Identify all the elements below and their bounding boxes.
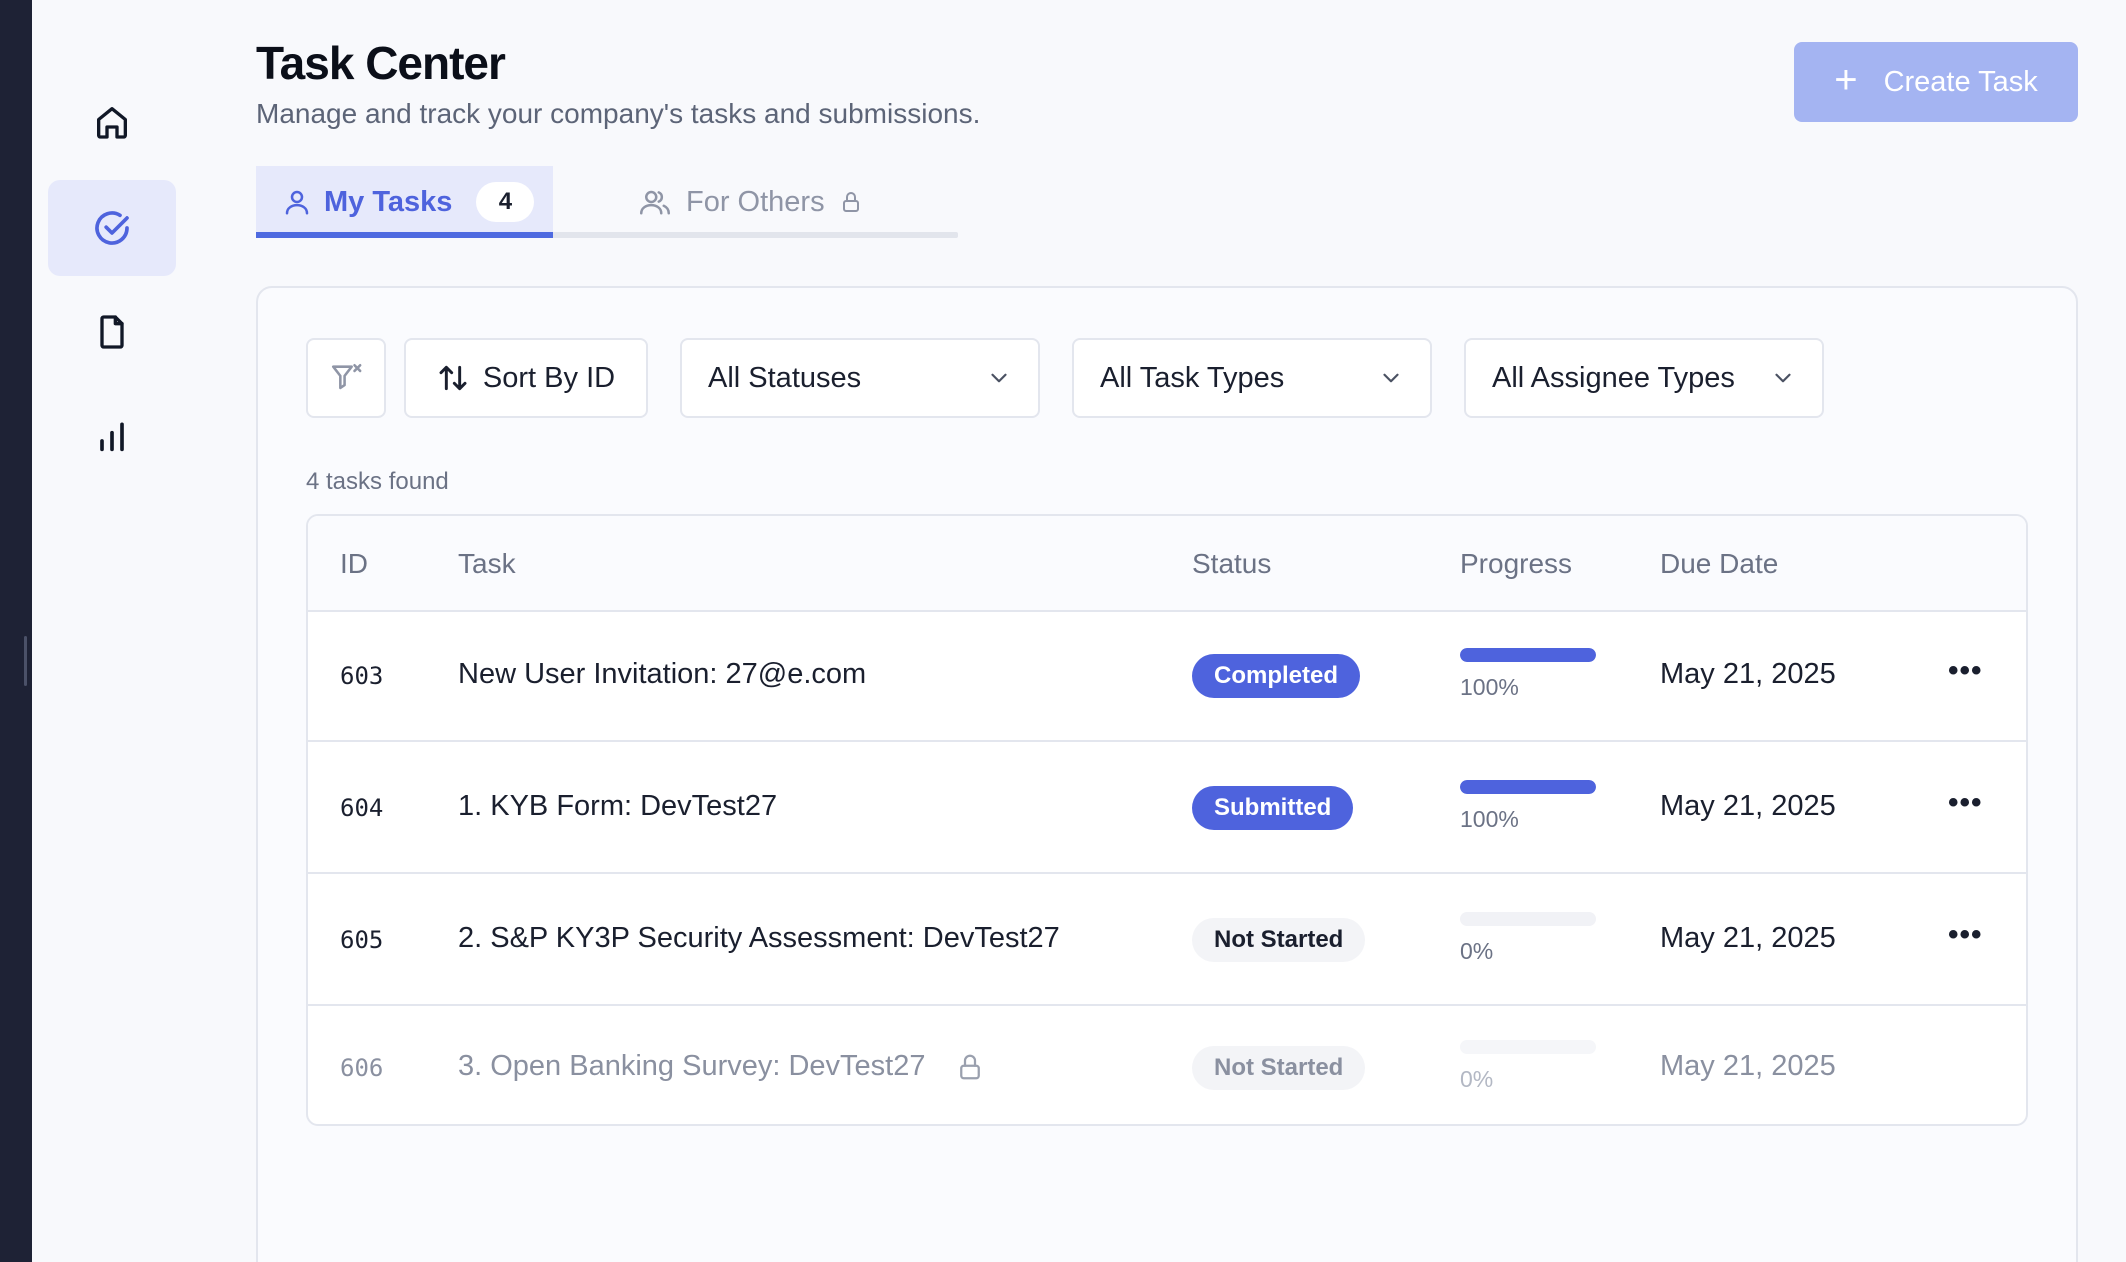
progress-cell: 0% bbox=[1460, 912, 1600, 965]
chevron-down-icon bbox=[1383, 373, 1399, 383]
create-task-label: Create Task bbox=[1883, 65, 2038, 98]
task-name-text: 3. Open Banking Survey: DevTest27 bbox=[458, 1050, 926, 1082]
resize-handle[interactable] bbox=[24, 636, 27, 686]
users-icon bbox=[640, 190, 670, 215]
due-date: May 21, 2025 bbox=[1660, 922, 1836, 954]
window-edge bbox=[0, 0, 32, 1262]
tasks-card: Sort By ID All Statuses All Task Types A… bbox=[256, 286, 2078, 1262]
progress-percent: 100% bbox=[1460, 674, 1519, 700]
lock-icon bbox=[842, 192, 859, 212]
tasks-table: ID Task Status Progress Due Date 603 New… bbox=[306, 514, 2028, 1126]
sort-label: Sort By ID bbox=[482, 361, 616, 394]
status-badge-text: Not Started bbox=[1192, 1046, 1366, 1090]
sidebar-item-insights[interactable] bbox=[48, 388, 176, 484]
task-name-text: 1. KYB Form: DevTest27 bbox=[458, 790, 778, 822]
progress-bar-fill bbox=[1460, 648, 1596, 662]
sort-by-id-button[interactable]: Sort By ID bbox=[404, 338, 648, 418]
sidebar-item-home[interactable] bbox=[48, 74, 176, 170]
due-date: May 21, 2025 bbox=[1660, 790, 1836, 822]
document-icon bbox=[100, 315, 124, 349]
status-badge-text: Completed bbox=[1192, 654, 1361, 698]
column-header-status[interactable]: Status bbox=[1192, 548, 1271, 580]
task-type-filter-value: All Task Types bbox=[1100, 361, 1285, 394]
tab-for-others[interactable]: For Others bbox=[638, 166, 863, 238]
status-badge: Submitted bbox=[1192, 786, 1354, 830]
table-header: ID Task Status Progress Due Date bbox=[308, 516, 2026, 612]
task-name: New User Invitation: 27@e.com bbox=[458, 658, 866, 691]
progress-cell: 100% bbox=[1460, 648, 1600, 701]
status-badge: Not Started bbox=[1192, 1046, 1366, 1090]
assignee-type-filter-select[interactable]: All Assignee Types bbox=[1464, 338, 1824, 418]
sort-arrows-icon bbox=[439, 365, 467, 391]
status-badge-text: Not Started bbox=[1192, 918, 1366, 962]
tab-my-tasks-label: My Tasks bbox=[324, 185, 453, 218]
clear-filters-button[interactable] bbox=[306, 338, 386, 418]
sidebar-item-documents[interactable] bbox=[48, 284, 176, 380]
task-id: 604 bbox=[340, 794, 384, 822]
chevron-down-icon bbox=[1775, 373, 1791, 383]
row-actions-menu[interactable]: ••• bbox=[1948, 918, 1983, 952]
task-name: 1. KYB Form: DevTest27 bbox=[458, 790, 777, 823]
results-count: 4 tasks found bbox=[306, 468, 449, 495]
column-header-progress[interactable]: Progress bbox=[1460, 548, 1572, 580]
column-header-id[interactable]: ID bbox=[340, 548, 368, 580]
page-title: Task Center bbox=[256, 37, 506, 89]
table-row-locked: 606 3. Open Banking Survey: DevTest27 No… bbox=[308, 1008, 2026, 1124]
task-type-filter-select[interactable]: All Task Types bbox=[1072, 338, 1432, 418]
create-task-button[interactable]: + Create Task bbox=[1794, 42, 2078, 122]
due-date: May 21, 2025 bbox=[1660, 658, 1836, 690]
bar-chart-icon bbox=[100, 422, 124, 452]
task-name: 3. Open Banking Survey: DevTest27 bbox=[458, 1050, 985, 1083]
progress-bar bbox=[1460, 648, 1596, 662]
row-actions-menu[interactable]: ••• bbox=[1948, 786, 1983, 820]
check-circle-icon bbox=[95, 211, 129, 245]
column-header-due-date[interactable]: Due Date bbox=[1660, 548, 1778, 580]
sidebar bbox=[32, 0, 202, 1262]
task-id: 605 bbox=[340, 926, 384, 954]
status-badge: Not Started bbox=[1192, 918, 1366, 962]
progress-percent: 100% bbox=[1460, 806, 1519, 832]
progress-cell: 0% bbox=[1460, 1040, 1600, 1093]
status-filter-select[interactable]: All Statuses bbox=[680, 338, 1040, 418]
task-count-badge: 4 bbox=[476, 182, 535, 222]
tab-for-others-label: For Others bbox=[686, 185, 825, 218]
status-filter-value: All Statuses bbox=[708, 361, 862, 394]
task-id: 603 bbox=[340, 662, 384, 690]
progress-percent: 0% bbox=[1460, 1066, 1494, 1092]
progress-bar-fill bbox=[1460, 780, 1596, 794]
column-header-task[interactable]: Task bbox=[458, 548, 516, 580]
table-row[interactable]: 604 1. KYB Form: DevTest27 Submitted 100… bbox=[308, 744, 2026, 874]
table-row[interactable]: 603 New User Invitation: 27@e.com Comple… bbox=[308, 612, 2026, 742]
status-badge-text: Submitted bbox=[1192, 786, 1354, 830]
user-icon bbox=[285, 190, 309, 215]
assignee-type-filter-value: All Assignee Types bbox=[1492, 361, 1735, 394]
lock-icon bbox=[960, 1054, 981, 1079]
progress-bar bbox=[1460, 780, 1596, 794]
tab-my-tasks[interactable]: My Tasks 4 bbox=[256, 166, 553, 238]
row-actions-menu[interactable]: ••• bbox=[1948, 654, 1983, 688]
task-tabs: My Tasks 4 For Others bbox=[256, 166, 958, 238]
status-badge: Completed bbox=[1192, 654, 1361, 698]
table-row[interactable]: 605 2. S&P KY3P Security Assessment: Dev… bbox=[308, 876, 2026, 1006]
filter-clear-icon bbox=[331, 363, 362, 390]
progress-percent: 0% bbox=[1460, 938, 1494, 964]
progress-bar bbox=[1460, 1040, 1596, 1054]
page-subtitle: Manage and track your company's tasks an… bbox=[256, 98, 981, 129]
plus-icon: + bbox=[1834, 58, 1858, 102]
task-name-text: New User Invitation: 27@e.com bbox=[458, 658, 867, 690]
task-name: 2. S&P KY3P Security Assessment: DevTest… bbox=[458, 922, 1060, 955]
home-icon bbox=[97, 107, 128, 139]
progress-bar bbox=[1460, 912, 1596, 926]
sidebar-item-tasks[interactable] bbox=[48, 180, 176, 276]
due-date: May 21, 2025 bbox=[1660, 1050, 1836, 1082]
progress-cell: 100% bbox=[1460, 780, 1600, 833]
chevron-down-icon bbox=[991, 373, 1007, 383]
task-id: 606 bbox=[340, 1054, 384, 1082]
task-name-text: 2. S&P KY3P Security Assessment: DevTest… bbox=[458, 922, 1060, 954]
